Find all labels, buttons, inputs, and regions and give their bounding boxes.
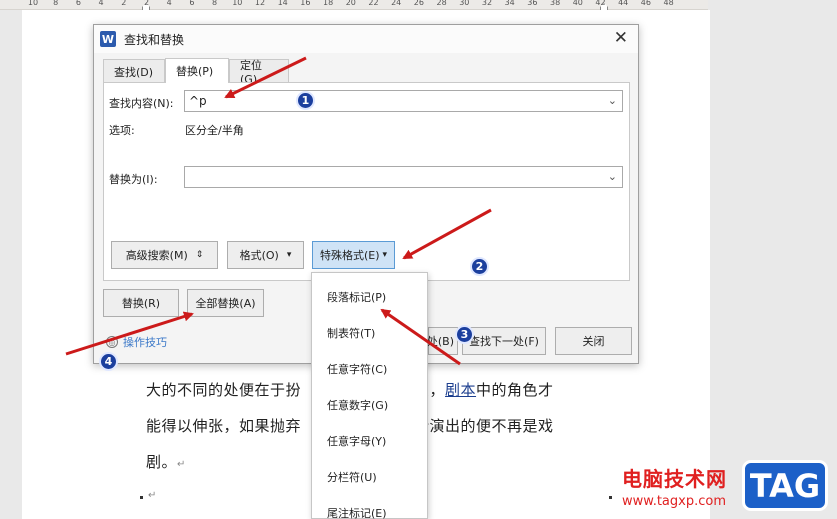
step-badge-2: 2 bbox=[470, 257, 489, 276]
arrow-to-special-format bbox=[402, 208, 492, 260]
step-badge-1: 1 bbox=[296, 91, 315, 110]
arrow-to-paragraph-mark bbox=[380, 308, 461, 366]
arrow-to-replace-all bbox=[65, 311, 194, 356]
tab-replace[interactable]: 替换(P) bbox=[165, 58, 229, 83]
step-badge-3: 3 bbox=[455, 325, 474, 344]
watermark-text: 电脑技术网 bbox=[622, 467, 727, 491]
arrow-to-find-input bbox=[224, 56, 307, 99]
watermark-url: www.tagxp.com bbox=[622, 494, 726, 509]
tag-logo: TAG bbox=[742, 460, 828, 511]
annotation-arrows bbox=[65, 56, 492, 366]
step-badge-4: 4 bbox=[99, 352, 118, 371]
